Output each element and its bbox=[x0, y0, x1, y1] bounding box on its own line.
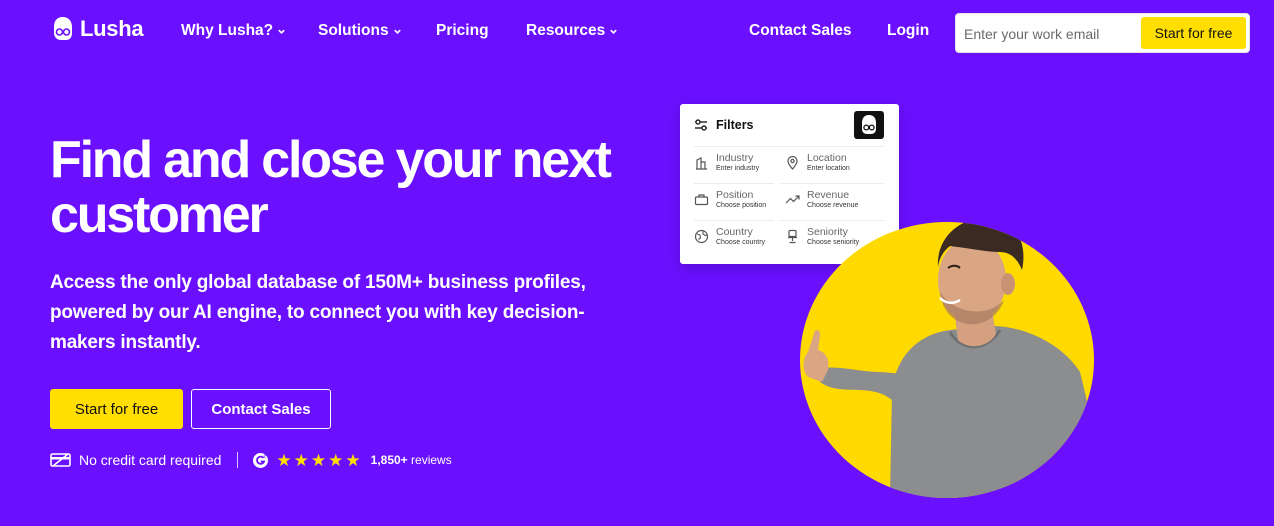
review-count-label: reviews bbox=[411, 453, 452, 467]
filter-country-label: Country bbox=[716, 226, 753, 238]
person-illustration bbox=[803, 222, 1092, 498]
filters-divider bbox=[694, 183, 774, 184]
lusha-logo[interactable]: Lusha bbox=[52, 16, 144, 42]
chevron-down-icon bbox=[393, 29, 401, 34]
nav-solutions[interactable]: Solutions bbox=[318, 22, 402, 40]
nav-login[interactable]: Login bbox=[887, 22, 929, 40]
chair-icon bbox=[788, 229, 797, 244]
filter-industry-hint: Enter industry bbox=[716, 165, 760, 172]
filter-revenue[interactable]: Revenue Choose revenue bbox=[785, 190, 858, 211]
nav-contact-sales[interactable]: Contact Sales bbox=[749, 22, 852, 40]
globe-icon bbox=[694, 229, 709, 244]
g2-logo-icon: 2 bbox=[253, 452, 269, 468]
star-icon: ★ bbox=[310, 450, 327, 470]
rating-stars: ★ ★ ★ ★ ★ bbox=[276, 452, 360, 469]
filter-industry[interactable]: Industry Enter industry bbox=[694, 153, 759, 174]
trend-up-icon bbox=[785, 195, 800, 204]
filter-revenue-hint: Choose revenue bbox=[807, 202, 859, 209]
filter-country-hint: Choose country bbox=[716, 239, 766, 246]
credit-card-icon bbox=[50, 453, 71, 467]
filter-seniority-hint: Choose seniority bbox=[807, 239, 860, 246]
star-icon: ★ bbox=[276, 450, 292, 470]
filter-country[interactable]: Country Choose country bbox=[694, 227, 765, 248]
filter-position[interactable]: Position Choose position bbox=[694, 190, 766, 211]
filter-industry-label: Industry bbox=[716, 152, 754, 164]
nav-solutions-label: Solutions bbox=[318, 22, 389, 39]
trust-bar: No credit card required 2 ★ ★ ★ ★ ★ 1,85… bbox=[50, 450, 452, 470]
filter-position-hint: Choose position bbox=[716, 202, 767, 209]
sliders-icon bbox=[695, 119, 707, 131]
filters-divider bbox=[694, 220, 774, 221]
filter-revenue-label: Revenue bbox=[807, 189, 850, 201]
filter-location[interactable]: Location Enter location bbox=[785, 153, 850, 174]
building-icon bbox=[696, 157, 707, 170]
filters-divider bbox=[780, 183, 884, 184]
star-icon: ★ bbox=[345, 450, 361, 470]
no-credit-card-text: No credit card required bbox=[79, 452, 222, 468]
hero-contact-sales-button[interactable]: Contact Sales bbox=[191, 389, 331, 429]
lusha-logo-icon bbox=[54, 17, 72, 40]
filters-divider bbox=[780, 220, 884, 221]
nav-why-lusha[interactable]: Why Lusha? bbox=[181, 22, 286, 40]
nav-resources-label: Resources bbox=[526, 22, 606, 39]
nav-pricing[interactable]: Pricing bbox=[436, 22, 489, 40]
filter-seniority-label: Seniority bbox=[807, 226, 848, 238]
brand-name: Lusha bbox=[80, 16, 144, 41]
hero-headline: Find and close your next customer bbox=[50, 131, 612, 244]
chevron-down-icon bbox=[278, 29, 285, 34]
nav-why-lusha-label: Why Lusha? bbox=[181, 22, 274, 39]
star-icon: ★ bbox=[293, 450, 309, 470]
filters-title: Filters bbox=[716, 118, 754, 132]
filters-divider bbox=[694, 146, 884, 147]
trust-divider bbox=[237, 452, 239, 468]
filter-position-label: Position bbox=[716, 189, 754, 201]
svg-text:2: 2 bbox=[264, 453, 267, 458]
review-count-number: 1,850+ bbox=[370, 453, 408, 467]
filter-location-hint: Enter location bbox=[807, 165, 850, 172]
filters-card: Filters Industry Enter industry Location… bbox=[680, 104, 899, 264]
review-count[interactable]: 1,850+ reviews bbox=[371, 453, 452, 467]
filter-seniority[interactable]: Seniority Choose seniority bbox=[785, 227, 859, 248]
email-signup-form: Start for free bbox=[955, 13, 1250, 53]
briefcase-icon bbox=[694, 194, 709, 206]
filter-location-label: Location bbox=[807, 152, 847, 164]
star-icon: ★ bbox=[328, 450, 344, 470]
chevron-down-icon bbox=[610, 29, 618, 34]
hero-start-free-button[interactable]: Start for free bbox=[50, 389, 183, 429]
hero-image-circle bbox=[800, 222, 1094, 498]
nav-pricing-label: Pricing bbox=[436, 22, 489, 39]
nav-resources[interactable]: Resources bbox=[526, 22, 618, 40]
lusha-badge-icon bbox=[854, 111, 884, 139]
nav-start-free-button[interactable]: Start for free bbox=[1141, 17, 1246, 49]
top-nav: Lusha Why Lusha? Solutions Pricing Resou… bbox=[0, 0, 1274, 66]
location-pin-icon bbox=[787, 155, 798, 170]
hero-subtext: Access the only global database of 150M+… bbox=[50, 272, 586, 353]
filters-header: Filters bbox=[694, 118, 754, 132]
work-email-input[interactable] bbox=[964, 23, 1134, 45]
